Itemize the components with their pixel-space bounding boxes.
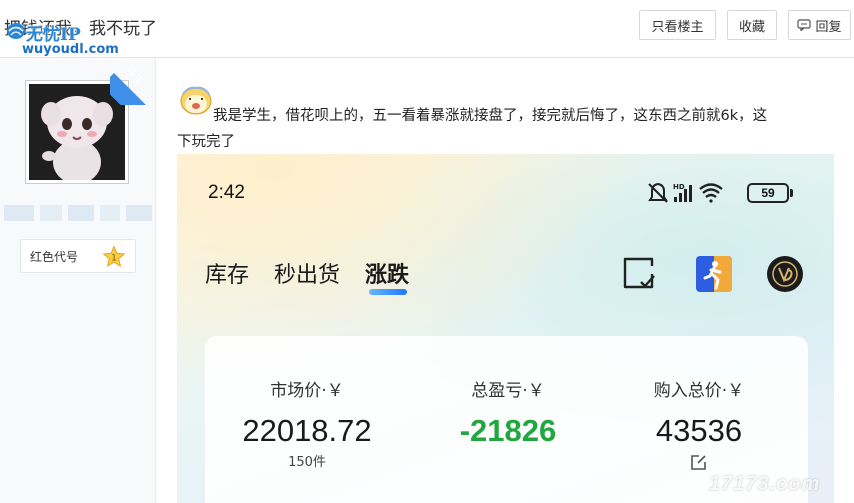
active-tab-underline bbox=[369, 289, 408, 295]
star-badge-icon: 1 bbox=[102, 245, 126, 268]
edit-icon[interactable] bbox=[690, 453, 708, 471]
reply-icon bbox=[797, 19, 812, 31]
site-watermark: 17173.com bbox=[709, 473, 821, 495]
checklist-icon[interactable] bbox=[622, 256, 656, 290]
globe-icon bbox=[7, 23, 25, 39]
site-watermark-logo: 无忧IP wuyoudl.com bbox=[4, 18, 119, 60]
svg-text:1: 1 bbox=[111, 254, 117, 264]
total-cost-label: 购入总价·￥ bbox=[653, 381, 745, 401]
post-text-line-2: 下玩完了 bbox=[177, 134, 235, 150]
stat-total-pnl: 总盈亏·￥ -21826 bbox=[418, 376, 598, 449]
forum-thread-page: 把钱还我，我不玩了 无忧IP wuyoudl.com 只看楼主 收藏 回复 楼主… bbox=[0, 0, 854, 503]
post-text-line-1: 我是学生，借花呗上的，五一看着暴涨就接盘了，接完就后悔了，这东西之前就6k，这 bbox=[213, 108, 768, 124]
only-author-button[interactable]: 只看楼主 bbox=[639, 10, 716, 40]
total-pnl-value: -21826 bbox=[459, 413, 557, 448]
status-time: 2:42 bbox=[208, 182, 245, 203]
market-price-label: 市场价·￥ bbox=[270, 381, 344, 401]
redacted-username bbox=[0, 205, 156, 223]
author-sidebar: 楼主 红色代号 1 bbox=[0, 59, 156, 503]
runner-app-icon[interactable] bbox=[696, 256, 732, 292]
thread-header: 把钱还我，我不玩了 无忧IP wuyoudl.com 只看楼主 收藏 回复 bbox=[0, 0, 854, 58]
app-tabs: 库存 秒出货 涨跌 bbox=[205, 257, 434, 295]
badge-label: 红色代号 bbox=[30, 249, 79, 264]
total-cost-value: 43536 bbox=[655, 413, 743, 448]
emoji-face-icon bbox=[180, 86, 212, 115]
stat-market-price: 市场价·￥ 22018.72 150件 bbox=[217, 376, 397, 470]
embedded-app-screenshot[interactable]: 2:42 HD 59 库存 秒出货 涨跌 市场价·￥ 22018.72 150件… bbox=[177, 154, 834, 503]
battery-tip bbox=[790, 189, 793, 197]
stat-total-cost: 购入总价·￥ 43536 bbox=[609, 376, 789, 471]
wifi-icon bbox=[699, 183, 723, 203]
user-badge[interactable]: 红色代号 1 bbox=[20, 239, 136, 273]
svg-text:HD: HD bbox=[673, 183, 685, 191]
total-pnl-label: 总盈亏·￥ bbox=[471, 381, 545, 401]
item-count: 150件 bbox=[288, 455, 326, 470]
tab-price-change[interactable]: 涨跌 bbox=[365, 257, 409, 295]
tab-quick-sell[interactable]: 秒出货 bbox=[274, 257, 340, 291]
mute-bell-icon bbox=[648, 182, 668, 203]
reply-label: 回复 bbox=[815, 19, 842, 35]
brand-circle-icon[interactable] bbox=[767, 256, 803, 292]
favorite-button[interactable]: 收藏 bbox=[727, 10, 777, 40]
signal-icon: HD bbox=[673, 183, 692, 202]
reply-button[interactable]: 回复 bbox=[788, 10, 851, 40]
battery-level: 59 bbox=[747, 183, 789, 203]
watermark-url: wuyoudl.com bbox=[22, 42, 119, 57]
tab-inventory[interactable]: 库存 bbox=[205, 257, 249, 291]
market-price-value: 22018.72 bbox=[242, 413, 372, 448]
